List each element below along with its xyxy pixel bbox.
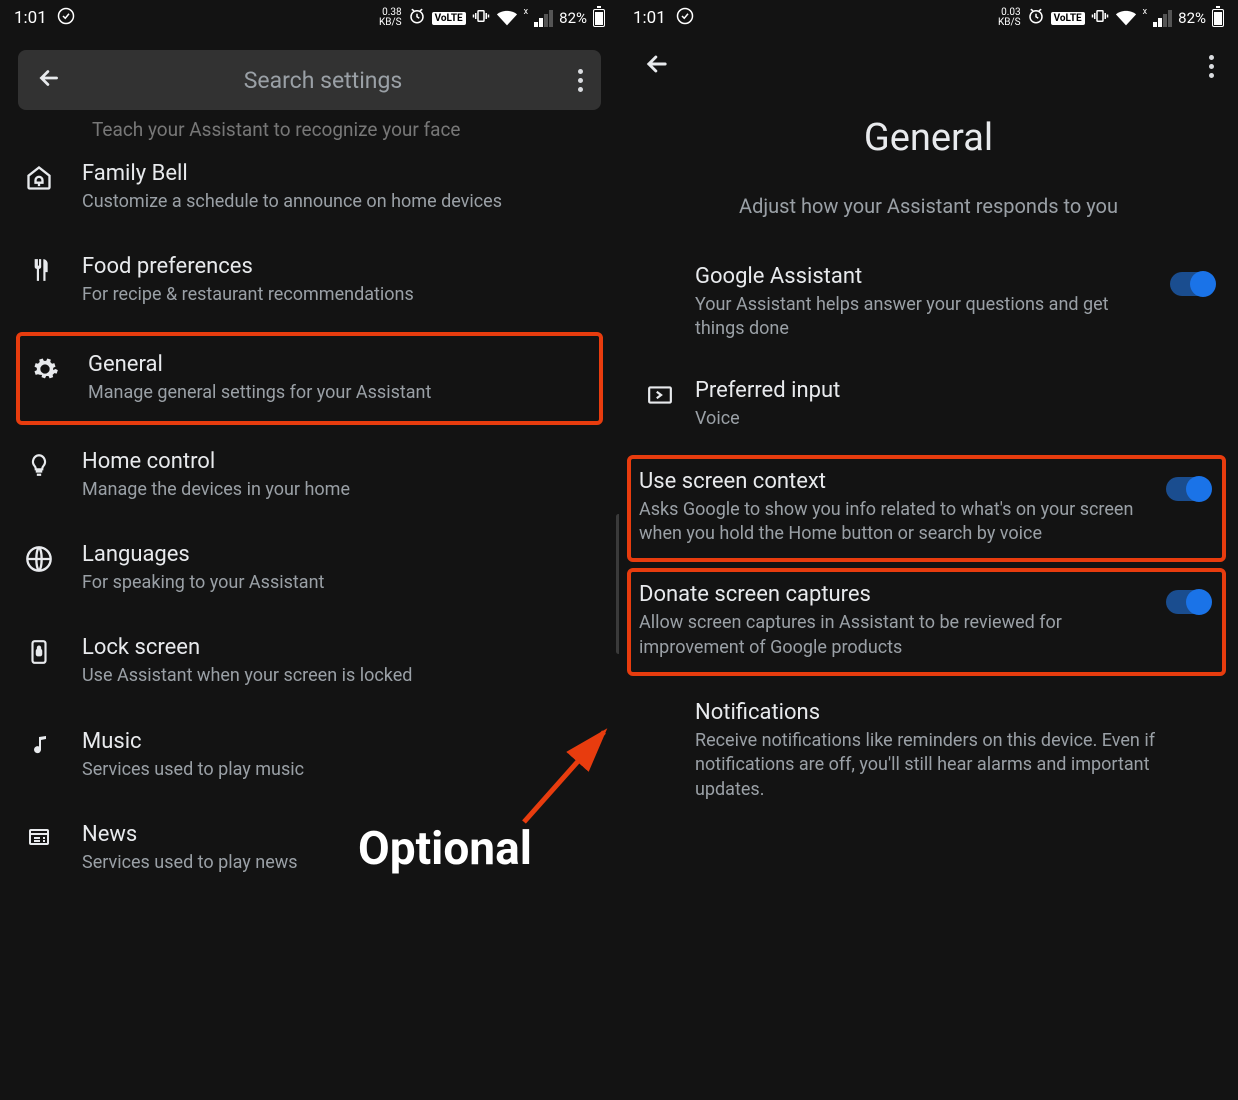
item-use-screen-context[interactable]: Use screen context Asks Google to show y…	[631, 459, 1222, 559]
news-icon	[24, 822, 54, 849]
checkmark-icon	[57, 7, 75, 30]
signal-icon	[534, 10, 553, 27]
vibrate-icon	[1091, 7, 1109, 29]
gear-icon	[30, 352, 60, 383]
setting-sub: Manage general settings for your Assista…	[88, 381, 431, 405]
setting-news[interactable]: News Services used to play news	[0, 802, 619, 895]
battery-pct: 82%	[559, 9, 587, 27]
setting-sub: Use Assistant when your screen is locked	[82, 664, 412, 688]
cutoff-row: Teach your Assistant to recognize your f…	[0, 110, 619, 141]
search-placeholder: Search settings	[86, 67, 560, 94]
setting-languages[interactable]: Languages For speaking to your Assistant	[0, 522, 619, 615]
vibrate-icon	[472, 7, 490, 29]
battery-icon	[1212, 9, 1224, 27]
status-bar: 1:01 0.38KB/S VoLTE x 82%	[0, 0, 619, 36]
item-preferred-input[interactable]: Preferred input Voice	[619, 360, 1238, 449]
item-title: Google Assistant	[695, 264, 1142, 289]
setting-title: Food preferences	[82, 254, 414, 279]
setting-sub: Manage the devices in your home	[82, 478, 350, 502]
music-note-icon	[24, 729, 54, 758]
home-bell-icon	[24, 161, 54, 192]
back-icon[interactable]	[36, 65, 62, 95]
header	[619, 36, 1238, 82]
data-speed: 0.38KB/S	[379, 8, 402, 28]
setting-title: News	[82, 822, 298, 847]
setting-title: Home control	[82, 449, 350, 474]
setting-title: Family Bell	[82, 161, 502, 186]
setting-family-bell[interactable]: Family Bell Customize a schedule to anno…	[0, 141, 619, 234]
setting-lock-screen[interactable]: Lock screen Use Assistant when your scre…	[0, 615, 619, 708]
volte-badge: VoLTE	[432, 12, 466, 25]
setting-title: General	[88, 352, 431, 377]
setting-food-preferences[interactable]: Food preferences For recipe & restaurant…	[0, 234, 619, 327]
item-title: Notifications	[695, 700, 1214, 725]
page-title: General	[619, 116, 1238, 160]
toggle-donate-captures[interactable]	[1166, 590, 1210, 614]
setting-sub: Services used to play news	[82, 851, 298, 875]
status-bar: 1:01 0.03KB/S VoLTE x 82%	[619, 0, 1238, 36]
volte-badge: VoLTE	[1051, 12, 1085, 25]
data-speed: 0.03KB/S	[998, 8, 1021, 28]
toggle-google-assistant[interactable]	[1170, 272, 1214, 296]
alarm-icon	[408, 7, 426, 29]
signal-x: x	[1143, 7, 1147, 17]
alarm-icon	[1027, 7, 1045, 29]
highlight-screen-context: Use screen context Asks Google to show y…	[627, 455, 1226, 563]
search-bar[interactable]: Search settings	[18, 50, 601, 110]
back-icon[interactable]	[643, 50, 671, 82]
setting-sub: Services used to play music	[82, 758, 304, 782]
setting-title: Lock screen	[82, 635, 412, 660]
battery-pct: 82%	[1178, 9, 1206, 27]
item-sub: Asks Google to show you info related to …	[639, 498, 1150, 547]
item-title: Donate screen captures	[639, 582, 1150, 607]
screen-general: 1:01 0.03KB/S VoLTE x 82%	[619, 0, 1238, 1100]
item-donate-screen-captures[interactable]: Donate screen captures Allow screen capt…	[631, 572, 1222, 672]
status-time: 1:01	[633, 8, 666, 28]
setting-title: Music	[82, 729, 304, 754]
more-icon[interactable]	[1209, 55, 1214, 78]
signal-x: x	[524, 7, 528, 17]
setting-home-control[interactable]: Home control Manage the devices in your …	[0, 429, 619, 522]
screen-settings-list: 1:01 0.38KB/S VoLTE x 82% Search	[0, 0, 619, 1100]
setting-sub: For recipe & restaurant recommendations	[82, 283, 414, 307]
wifi-icon	[1115, 10, 1137, 26]
page-subtitle: Adjust how your Assistant responds to yo…	[619, 194, 1238, 218]
item-sub: Voice	[695, 407, 1214, 431]
phone-lock-icon	[24, 635, 54, 666]
setting-music[interactable]: Music Services used to play music	[0, 709, 619, 802]
highlight-general: General Manage general settings for your…	[16, 332, 603, 425]
setting-title: Languages	[82, 542, 324, 567]
setting-sub: For speaking to your Assistant	[82, 571, 324, 595]
item-google-assistant[interactable]: Google Assistant Your Assistant helps an…	[619, 246, 1238, 360]
signal-icon	[1153, 10, 1172, 27]
status-time: 1:01	[14, 8, 47, 28]
setting-sub: Customize a schedule to announce on home…	[82, 190, 502, 214]
item-sub: Allow screen captures in Assistant to be…	[639, 611, 1150, 660]
toggle-screen-context[interactable]	[1166, 477, 1210, 501]
highlight-donate-captures: Donate screen captures Allow screen capt…	[627, 568, 1226, 676]
item-sub: Receive notifications like reminders on …	[695, 729, 1214, 802]
wifi-icon	[496, 10, 518, 26]
more-icon[interactable]	[578, 69, 583, 92]
setting-general[interactable]: General Manage general settings for your…	[20, 336, 599, 421]
item-title: Use screen context	[639, 469, 1150, 494]
utensils-icon	[24, 254, 54, 283]
item-notifications[interactable]: Notifications Receive notifications like…	[619, 682, 1238, 820]
item-title: Preferred input	[695, 378, 1214, 403]
input-icon	[643, 378, 677, 408]
lightbulb-icon	[24, 449, 54, 478]
checkmark-icon	[676, 7, 694, 30]
battery-icon	[593, 9, 605, 27]
item-sub: Your Assistant helps answer your questio…	[695, 293, 1142, 342]
globe-icon	[24, 542, 54, 573]
